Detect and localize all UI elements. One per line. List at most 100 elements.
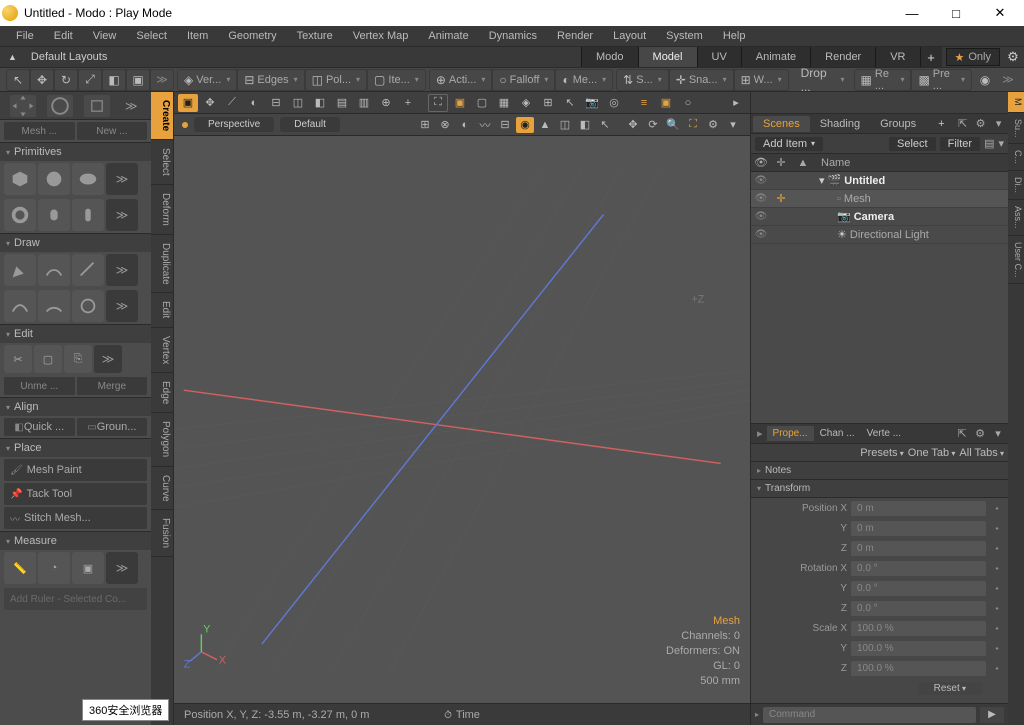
vp-sidebar-icon[interactable]: ▸ [726, 94, 746, 112]
cylinder-icon[interactable] [38, 199, 70, 231]
scale-y-input[interactable]: 100.0 % [851, 641, 986, 656]
sphere-icon[interactable] [38, 163, 70, 195]
rvtab-di[interactable]: Di... [1008, 171, 1024, 200]
tool-move-icon[interactable]: ✥ [31, 70, 53, 90]
vopt-3[interactable]: ◐ [456, 117, 474, 133]
ruler-icon[interactable]: 📏 [4, 552, 36, 584]
col-name[interactable]: Name [815, 157, 1008, 169]
reset-button[interactable]: Reset [918, 682, 982, 695]
only-button[interactable]: ★Only [946, 48, 1001, 66]
scene-view2-icon[interactable]: ▾ [998, 137, 1004, 150]
vp-c[interactable]: ⊟ [266, 94, 286, 112]
minimize-button[interactable]: — [890, 0, 934, 26]
cmd-expand-icon[interactable]: ▸ [755, 710, 759, 719]
vp-box-icon[interactable]: ▣ [450, 94, 470, 112]
presets-dropdown[interactable]: Presets [860, 447, 904, 459]
layout-tab-modo[interactable]: Modo [581, 47, 638, 67]
dimension-icon[interactable]: ▣ [72, 552, 104, 584]
tab-menu-icon[interactable]: ▾ [991, 117, 1007, 130]
tab-groups[interactable]: Groups [870, 116, 926, 132]
menu-system[interactable]: System [656, 28, 713, 44]
copy-icon[interactable]: ▢ [34, 345, 62, 373]
vopt-7[interactable]: ▲ [536, 117, 554, 133]
rotation-x-input[interactable]: 0.0 ° [851, 561, 986, 576]
scene-row-camera[interactable]: 👁 📷 Camera [751, 208, 1008, 226]
vtab-deform[interactable]: Deform [151, 185, 173, 235]
arc-icon[interactable] [38, 290, 70, 322]
maximize-button[interactable]: □ [934, 0, 978, 26]
position-x-input[interactable]: 0 m [851, 501, 986, 516]
vp-plus[interactable]: + [398, 94, 418, 112]
vp-i5[interactable]: ↖ [560, 94, 580, 112]
draw-more-1[interactable]: ≫ [106, 254, 138, 286]
tool-cube-icon[interactable]: ▣ [127, 70, 149, 90]
vopt-4[interactable]: 〰 [476, 117, 494, 133]
prop-expand-icon[interactable]: ▸ [753, 427, 767, 440]
filter-button[interactable]: Filter [940, 137, 980, 151]
rvtab-m[interactable]: M [1008, 92, 1024, 113]
vopt-8[interactable]: ◫ [556, 117, 574, 133]
cube-icon[interactable] [4, 163, 36, 195]
draw-more-2[interactable]: ≫ [106, 290, 138, 322]
vopt-6[interactable]: ◉ [516, 117, 534, 133]
viewport-mode[interactable]: Perspective [194, 117, 274, 132]
scale-gizmo-icon[interactable] [84, 95, 110, 117]
scene-row-untitled[interactable]: 👁 ▾ 🎬 Untitled [751, 172, 1008, 190]
layout-tab-vr[interactable]: VR [875, 47, 919, 67]
layout-tab-animate[interactable]: Animate [741, 47, 810, 67]
falloff-button[interactable]: ○ Falloff [493, 70, 554, 90]
alltabs-dropdown[interactable]: All Tabs [959, 447, 1004, 459]
col-select-icon[interactable]: ✛ [771, 156, 791, 169]
workplane-button[interactable]: ⊞ W... [735, 70, 788, 90]
stitch-mesh-button[interactable]: 〰 Stitch Mesh... [4, 507, 147, 529]
component-item[interactable]: ▢ Ite... [368, 70, 425, 90]
mesh-button[interactable]: Mesh ... [4, 122, 75, 140]
add-item-button[interactable]: Add Item [755, 137, 823, 151]
menu-view[interactable]: View [83, 28, 127, 44]
vtab-select[interactable]: Select [151, 140, 173, 185]
vp-list-icon[interactable]: ≡ [634, 94, 654, 112]
vp-b[interactable]: ◐ [244, 94, 264, 112]
menu-texture[interactable]: Texture [287, 28, 343, 44]
tab-scenes[interactable]: Scenes [753, 116, 810, 132]
component-vertex[interactable]: ◈ Ver... [178, 70, 236, 90]
tool-more-btn[interactable]: ≫ [151, 70, 173, 90]
tool-rotate-icon[interactable]: ↻ [55, 70, 77, 90]
preview-button[interactable]: ▩ Pre ... [912, 70, 971, 90]
rotation-y-input[interactable]: 0.0 ° [851, 581, 986, 596]
vp-box2-icon[interactable]: ▣ [656, 94, 676, 112]
paste-icon[interactable]: ⎘ [64, 345, 92, 373]
bezier-icon[interactable] [4, 290, 36, 322]
curve-icon[interactable] [72, 254, 104, 286]
menu-dynamics[interactable]: Dynamics [479, 28, 547, 44]
tab-shading[interactable]: Shading [810, 116, 870, 132]
vp-e[interactable]: ◧ [310, 94, 330, 112]
prop-menu-icon[interactable]: ▾ [990, 427, 1006, 440]
replay-button[interactable]: ▦ Re ... [855, 70, 911, 90]
new-button[interactable]: New ... [77, 122, 148, 140]
tool-transform-icon[interactable]: ◧ [103, 70, 125, 90]
vopt-5[interactable]: ⊟ [496, 117, 514, 133]
vp-sphere-icon[interactable]: ○ [678, 94, 698, 112]
menu-item[interactable]: Item [177, 28, 218, 44]
command-input[interactable]: Command [763, 707, 976, 723]
tool-scale-icon[interactable]: ⤢ [79, 70, 101, 90]
unmerge-button[interactable]: Unme ... [4, 377, 75, 395]
menu-vertexmap[interactable]: Vertex Map [343, 28, 419, 44]
add-ruler-button[interactable]: Add Ruler - Selected Co... [4, 588, 147, 610]
measure-header[interactable]: Measure [0, 532, 151, 550]
rotate-gizmo-icon[interactable] [47, 95, 73, 117]
layout-tab-model[interactable]: Model [638, 47, 697, 67]
close-button[interactable]: ✕ [978, 0, 1022, 26]
scene-row-light[interactable]: 👁 ☀ Directional Light [751, 226, 1008, 244]
position-z-input[interactable]: 0 m [851, 541, 986, 556]
menu-animate[interactable]: Animate [418, 28, 478, 44]
circle-icon[interactable] [72, 290, 104, 322]
select-button[interactable]: Select [889, 137, 936, 151]
section-notes[interactable]: Notes [751, 462, 1008, 480]
menu-file[interactable]: File [6, 28, 44, 44]
rvtab-ass[interactable]: Ass... [1008, 200, 1024, 236]
menu-render[interactable]: Render [547, 28, 603, 44]
vp-i1[interactable]: ▢ [472, 94, 492, 112]
mesh-constraint[interactable]: ◐ Me... [556, 70, 612, 90]
